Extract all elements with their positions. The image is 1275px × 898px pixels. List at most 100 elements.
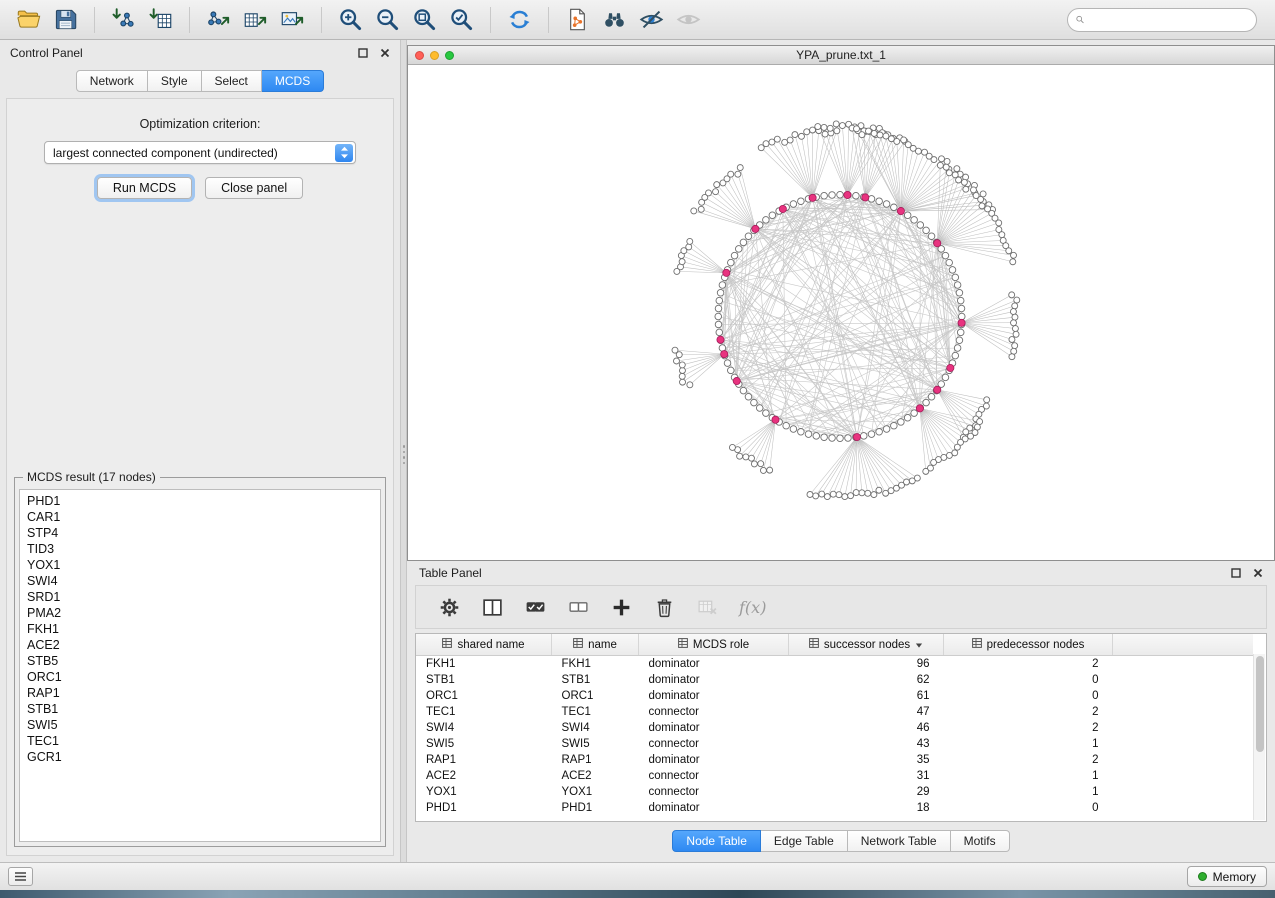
cell-role: connector <box>639 736 789 752</box>
select-all-icon[interactable] <box>522 594 549 621</box>
zoom-out-icon[interactable] <box>373 5 402 34</box>
tab-node-table[interactable]: Node Table <box>672 830 761 852</box>
close-panel-icon[interactable] <box>380 48 390 58</box>
table-tabs: Node TableEdge TableNetwork TableMotifs <box>407 826 1275 856</box>
mcds-node-item[interactable]: FKH1 <box>20 621 380 637</box>
import-network-icon[interactable] <box>109 5 138 34</box>
clone-network-icon[interactable] <box>563 5 592 34</box>
toolbar-separator <box>189 7 190 33</box>
status-bar: Memory <box>0 862 1275 890</box>
import-table-icon[interactable] <box>146 5 175 34</box>
close-window-button[interactable] <box>415 51 424 60</box>
table-row[interactable]: YOX1YOX1connector291 <box>416 784 1253 800</box>
table-row[interactable]: TEC1TEC1connector472 <box>416 704 1253 720</box>
close-table-panel-icon[interactable] <box>1253 568 1263 578</box>
zoom-window-button[interactable] <box>445 51 454 60</box>
search-network-icon[interactable] <box>600 5 629 34</box>
memory-button[interactable]: Memory <box>1187 866 1267 887</box>
export-image-icon[interactable] <box>278 5 307 34</box>
mcds-node-item[interactable]: RAP1 <box>20 685 380 701</box>
run-mcds-button[interactable]: Run MCDS <box>97 177 192 199</box>
search-input[interactable] <box>1089 12 1248 28</box>
table-row[interactable]: STB1STB1dominator620 <box>416 672 1253 688</box>
cell-successors: 61 <box>789 688 944 704</box>
mcds-node-item[interactable]: YOX1 <box>20 557 380 573</box>
mcds-node-item[interactable]: PHD1 <box>20 493 380 509</box>
window-controls <box>415 51 454 60</box>
minimize-window-button[interactable] <box>430 51 439 60</box>
settings-icon[interactable] <box>436 594 463 621</box>
mcds-node-item[interactable]: CAR1 <box>20 509 380 525</box>
mcds-node-item[interactable]: SRD1 <box>20 589 380 605</box>
cell-predecessors: 2 <box>944 752 1113 768</box>
float-table-panel-icon[interactable] <box>1231 568 1241 578</box>
column-header-successors[interactable]: successor nodes <box>789 634 944 656</box>
cell-filler <box>1113 656 1254 673</box>
float-panel-icon[interactable] <box>358 48 368 58</box>
network-window-title: YPA_prune.txt_1 <box>408 48 1274 62</box>
table-row[interactable]: PHD1PHD1dominator180 <box>416 800 1253 816</box>
cell-predecessors: 2 <box>944 656 1113 673</box>
cell-filler <box>1113 688 1254 704</box>
control-panel-header: Control Panel <box>0 40 400 66</box>
cell-name: SWI4 <box>552 720 639 736</box>
tab-mcds[interactable]: MCDS <box>262 70 324 92</box>
tab-network-table[interactable]: Network Table <box>848 830 951 852</box>
mcds-node-item[interactable]: TID3 <box>20 541 380 557</box>
close-mcds-panel-button[interactable]: Close panel <box>205 177 303 199</box>
cell-role: connector <box>639 768 789 784</box>
network-window-titlebar[interactable]: YPA_prune.txt_1 <box>408 46 1274 65</box>
panel-splitter[interactable] <box>400 40 407 862</box>
add-icon[interactable] <box>608 594 635 621</box>
cell-successors: 35 <box>789 752 944 768</box>
status-menu-icon[interactable] <box>8 867 33 886</box>
column-header-predecessors[interactable]: predecessor nodes <box>944 634 1113 656</box>
network-canvas[interactable] <box>408 65 1274 560</box>
delete-icon[interactable] <box>651 594 678 621</box>
export-table-icon[interactable] <box>241 5 270 34</box>
cell-role: dominator <box>639 672 789 688</box>
mcds-node-item[interactable]: SWI5 <box>20 717 380 733</box>
mcds-node-item[interactable]: ORC1 <box>20 669 380 685</box>
column-header-name[interactable]: name <box>552 634 639 656</box>
mcds-node-item[interactable]: STB1 <box>20 701 380 717</box>
mcds-node-item[interactable]: ACE2 <box>20 637 380 653</box>
mcds-node-item[interactable]: TEC1 <box>20 733 380 749</box>
mcds-node-item[interactable]: GCR1 <box>20 749 380 765</box>
mcds-node-item[interactable]: STP4 <box>20 525 380 541</box>
tab-edge-table[interactable]: Edge Table <box>761 830 848 852</box>
deselect-all-icon[interactable] <box>565 594 592 621</box>
table-row[interactable]: RAP1RAP1dominator352 <box>416 752 1253 768</box>
table-row[interactable]: ACE2ACE2connector311 <box>416 768 1253 784</box>
columns-icon[interactable] <box>479 594 506 621</box>
tab-network[interactable]: Network <box>76 70 148 92</box>
refresh-icon[interactable] <box>505 5 534 34</box>
table-row[interactable]: FKH1FKH1dominator962 <box>416 656 1253 673</box>
criterion-dropdown[interactable]: largest connected component (undirected) <box>44 141 356 164</box>
tab-select[interactable]: Select <box>202 70 262 92</box>
open-file-icon[interactable] <box>14 5 43 34</box>
criterion-value: largest connected component (undirected) <box>53 146 278 160</box>
tab-style[interactable]: Style <box>148 70 202 92</box>
mcds-node-item[interactable]: PMA2 <box>20 605 380 621</box>
column-header-role[interactable]: MCDS role <box>639 634 789 656</box>
column-icon <box>573 638 583 651</box>
export-network-icon[interactable] <box>204 5 233 34</box>
hide-details-icon[interactable] <box>637 5 666 34</box>
save-icon[interactable] <box>51 5 80 34</box>
table-panel: Table Panel f(x) shared namenameMCDS rol… <box>407 561 1275 862</box>
cell-predecessors: 1 <box>944 736 1113 752</box>
mcds-node-item[interactable]: SWI4 <box>20 573 380 589</box>
column-header-shared_name[interactable]: shared name <box>416 634 552 656</box>
tab-motifs[interactable]: Motifs <box>951 830 1010 852</box>
scrollbar-thumb[interactable] <box>1256 656 1264 752</box>
mcds-node-item[interactable]: STB5 <box>20 653 380 669</box>
table-row[interactable]: SWI4SWI4dominator462 <box>416 720 1253 736</box>
zoom-in-icon[interactable] <box>336 5 365 34</box>
zoom-fit-icon[interactable] <box>410 5 439 34</box>
zoom-selected-icon[interactable] <box>447 5 476 34</box>
table-scrollbar[interactable] <box>1253 654 1265 820</box>
table-row[interactable]: SWI5SWI5connector431 <box>416 736 1253 752</box>
table-row[interactable]: ORC1ORC1dominator610 <box>416 688 1253 704</box>
toolbar-separator <box>321 7 322 33</box>
